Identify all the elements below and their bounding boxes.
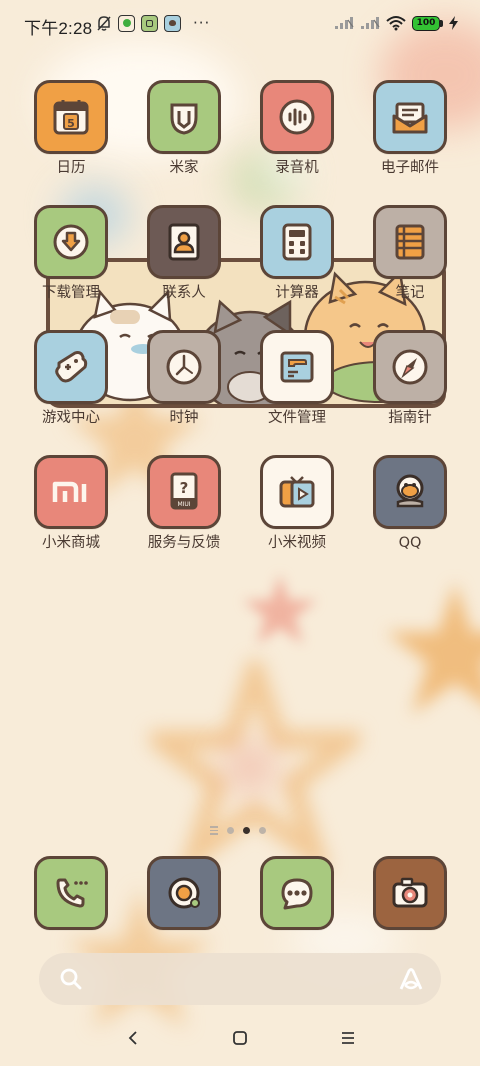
app-label: 日历 <box>56 160 86 176</box>
app-label: 笔记 <box>395 285 425 301</box>
app-contacts[interactable]: 联系人 <box>134 205 234 304</box>
dock-camera[interactable] <box>373 856 447 930</box>
notification-icons: ··· <box>96 14 210 32</box>
dock-phone[interactable] <box>34 856 108 930</box>
app-download-manager[interactable]: 下载管理 <box>21 205 121 304</box>
email-icon <box>373 80 447 154</box>
calculator-icon <box>260 205 334 279</box>
green-app-icon <box>118 14 135 32</box>
navigation-bar <box>0 1008 480 1066</box>
mijia-icon <box>147 80 221 154</box>
app-label: 电子邮件 <box>381 160 439 176</box>
app-notes[interactable]: 笔记 <box>360 205 460 304</box>
app-label: 米家 <box>169 160 199 176</box>
wallpaper-star <box>243 574 317 645</box>
signal-2-icon <box>361 17 380 29</box>
file-manager-icon <box>260 330 334 404</box>
charging-icon <box>449 16 458 30</box>
app-label: 文件管理 <box>268 410 326 426</box>
wallpaper-blob <box>225 745 275 790</box>
app-mi-store[interactable]: 小米商城 <box>21 455 121 554</box>
signal-1-icon <box>335 17 354 29</box>
dock-messages[interactable] <box>260 856 334 930</box>
app-label: 计算器 <box>275 285 319 301</box>
messages-icon <box>260 856 334 930</box>
search-icon <box>60 968 82 990</box>
app-service-feedback[interactable]: ? MIUI 服务与反馈 <box>134 455 234 554</box>
download-icon <box>34 205 108 279</box>
app-label: 游戏中心 <box>42 410 100 426</box>
clock-icon <box>147 330 221 404</box>
minus-one-screen-indicator <box>210 826 218 835</box>
recorder-icon <box>260 80 334 154</box>
app-calculator[interactable]: 计算器 <box>247 205 347 304</box>
app-label: QQ <box>398 535 422 551</box>
status-bar: 下午2:28 ··· 100 <box>0 0 480 50</box>
green-app-icon-2 <box>141 14 158 32</box>
app-label: 小米商城 <box>42 535 100 551</box>
mi-video-icon <box>260 455 334 529</box>
back-button[interactable] <box>121 1026 145 1050</box>
app-compass[interactable]: 指南针 <box>360 330 460 429</box>
dock-browser[interactable] <box>147 856 221 930</box>
app-label: 小米视频 <box>268 535 326 551</box>
page-dot-active <box>243 826 250 834</box>
browser-icon <box>147 856 221 930</box>
wifi-icon <box>386 16 406 31</box>
app-mi-video[interactable]: 小米视频 <box>247 455 347 554</box>
service-feedback-icon: ? MIUI <box>147 455 221 529</box>
home-icon <box>233 1031 247 1045</box>
svg-text:?: ? <box>180 479 189 497</box>
phone-icon <box>34 856 108 930</box>
compass-icon <box>373 330 447 404</box>
contacts-icon <box>147 205 221 279</box>
mute-bell-icon <box>97 15 111 31</box>
qq-icon <box>373 455 447 529</box>
game-center-icon <box>34 330 108 404</box>
app-recorder[interactable]: 录音机 <box>247 80 347 179</box>
search-bar[interactable] <box>39 953 441 1005</box>
more-notifications-icon: ··· <box>193 14 211 32</box>
battery-tip <box>440 19 443 27</box>
xiaoai-icon[interactable] <box>397 965 425 993</box>
app-label: 服务与反馈 <box>147 535 221 551</box>
mi-store-icon <box>34 455 108 529</box>
notes-icon <box>373 205 447 279</box>
app-label: 指南针 <box>388 410 432 426</box>
system-icons: 100 <box>334 15 458 31</box>
page-indicator[interactable] <box>210 826 266 835</box>
paw-app-icon <box>164 14 181 32</box>
back-icon <box>128 1031 137 1045</box>
battery-icon: 100 <box>412 15 443 31</box>
app-label: 下载管理 <box>42 285 100 301</box>
calendar-day: 5 <box>67 117 75 130</box>
miui-label: MIUI <box>177 501 190 508</box>
page-dot <box>259 826 266 834</box>
recents-icon <box>342 1032 354 1044</box>
camera-icon <box>373 856 447 930</box>
recents-button[interactable] <box>336 1026 360 1050</box>
status-time: 下午2:28 <box>24 19 93 38</box>
app-label: 时钟 <box>169 410 199 426</box>
app-game-center[interactable]: 游戏中心 <box>21 330 121 429</box>
app-file-manager[interactable]: 文件管理 <box>247 330 347 429</box>
wallpaper-star <box>386 582 480 715</box>
app-clock[interactable]: 时钟 <box>134 330 234 429</box>
calendar-icon: 5 <box>34 80 108 154</box>
app-calendar[interactable]: 5 日历 <box>21 80 121 179</box>
app-label: 录音机 <box>275 160 319 176</box>
battery-level: 100 <box>412 15 440 31</box>
app-qq[interactable]: QQ <box>360 455 460 554</box>
home-button[interactable] <box>228 1026 252 1050</box>
page-dot <box>227 826 234 834</box>
app-email[interactable]: 电子邮件 <box>360 80 460 179</box>
app-label: 联系人 <box>162 285 206 301</box>
app-mijia[interactable]: 米家 <box>134 80 234 179</box>
